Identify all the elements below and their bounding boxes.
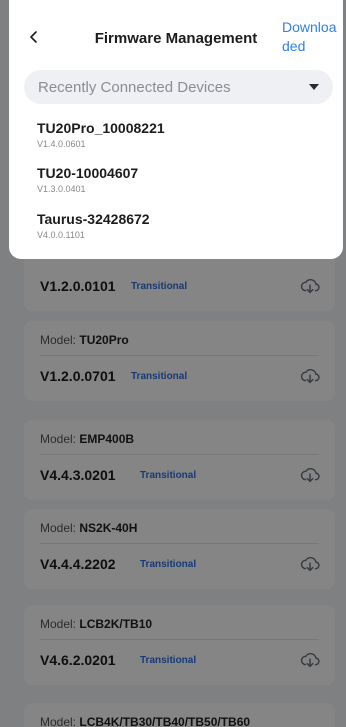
device-filter-select[interactable]: Recently Connected Devices	[24, 70, 333, 104]
device-option[interactable]: Taurus-32428672 V4.0.0.1101	[37, 211, 150, 240]
device-name: Taurus-32428672	[37, 211, 150, 227]
device-version: V1.3.0.0401	[37, 184, 86, 194]
caret-down-icon	[309, 84, 319, 90]
device-option[interactable]: TU20-10004607 V1.3.0.0401	[37, 165, 138, 194]
device-version: V1.4.0.0601	[37, 139, 86, 149]
header-sheet: Firmware Management Downloa ded Recently…	[9, 0, 343, 259]
device-name: TU20Pro_10008221	[37, 120, 165, 136]
device-option[interactable]: TU20Pro_10008221 V1.4.0.0601	[37, 120, 165, 149]
downloaded-label-line2: ded	[282, 38, 306, 54]
device-filter-value: Recently Connected Devices	[38, 79, 231, 96]
downloaded-label-line1: Downloa	[282, 19, 337, 35]
device-name: TU20-10004607	[37, 165, 139, 181]
device-version: V4.0.0.1101	[37, 230, 85, 240]
downloaded-button[interactable]: Downloa ded	[282, 18, 342, 56]
